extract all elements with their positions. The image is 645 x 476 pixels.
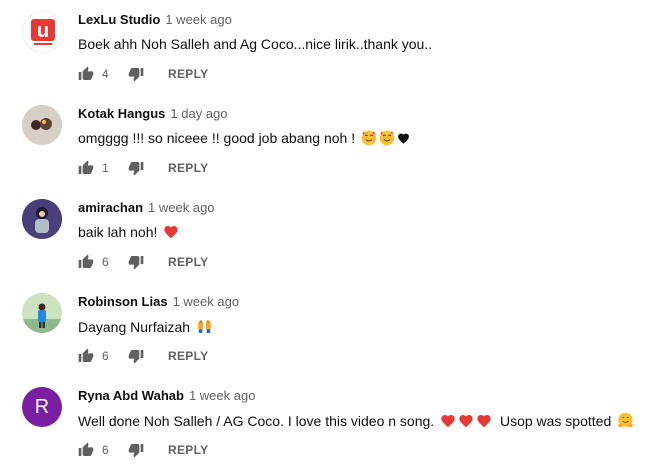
comment-text: Dayang Nurfaizah [78,319,191,335]
thumbs-up-icon[interactable] [78,160,94,176]
comment-text: omgggg !!! so niceee !! good job abang n… [78,130,356,146]
thumbs-up-icon[interactable] [78,66,94,82]
smiling-face-with-hearts-icon [361,130,377,146]
thumbs-down-icon[interactable] [128,66,144,82]
comment-time[interactable]: 1 week ago [148,200,215,215]
thumbs-down-icon[interactable] [128,348,144,364]
like-count: 1 [102,161,109,175]
comment-author[interactable]: amirachan [78,200,143,215]
smiling-face-with-hearts-icon [379,130,395,146]
photo-avatar[interactable] [22,199,62,239]
comment-author[interactable]: LexLu Studio [78,12,160,27]
comment-text: Boek ahh Noh Salleh and Ag Coco...nice l… [78,36,433,52]
comment-author[interactable]: Robinson Lias [78,294,168,309]
comment-time[interactable]: 1 week ago [173,294,240,309]
raising-hands-icon [196,318,213,335]
svg-text:u: u [37,20,49,42]
comment-author[interactable]: Kotak Hangus [78,106,165,121]
photo-avatar[interactable] [22,105,62,145]
thumbs-down-icon[interactable] [128,442,144,458]
hugging-face-icon [617,412,634,429]
reply-button[interactable]: REPLY [168,161,208,175]
like-count: 6 [102,349,109,363]
avatar-letter: R [34,395,50,418]
comment-text-row: omgggg !!! so niceee !! good job abang n… [78,130,410,146]
red-heart-icon [458,413,474,429]
thumbs-up-icon[interactable] [78,254,94,270]
like-count: 6 [102,255,109,269]
red-heart-icon [163,224,179,240]
thumbs-down-icon[interactable] [128,160,144,176]
comment-text-row: baik lah noh! [78,224,179,240]
comment-time[interactable]: 1 week ago [189,388,256,403]
comment-author[interactable]: Ryna Abd Wahab [78,388,184,403]
comment: u LexLu Studio 1 week ago Boek ahh Noh Sa… [0,0,645,94]
red-heart-icon [440,413,456,429]
black-heart-icon [397,132,410,145]
red-heart-icon [476,413,492,429]
comment: R Ryna Abd Wahab 1 week ago Well done Noh… [0,376,645,470]
reply-button[interactable]: REPLY [168,255,208,269]
lexlu-logo-avatar[interactable]: u [22,11,64,53]
like-count: 4 [102,67,109,81]
comment-text-after: Usop was spotted [499,413,612,429]
comment: Robinson Lias 1 week ago Dayang Nurfaizah… [0,282,645,376]
thumbs-down-icon[interactable] [128,254,144,270]
letter-avatar[interactable]: R [22,387,62,427]
photo-avatar[interactable] [22,293,62,333]
comment-time[interactable]: 1 week ago [165,12,232,27]
comment-text-row: Well done Noh Salleh / AG Coco. I love t… [78,412,634,429]
comment: amirachan 1 week ago baik lah noh! 6 REPL… [0,188,645,282]
comment-text: Well done Noh Salleh / AG Coco. I love t… [78,413,435,429]
comment-time[interactable]: 1 day ago [170,106,227,121]
thumbs-up-icon[interactable] [78,442,94,458]
comment-text: baik lah noh! [78,224,158,240]
comment: Kotak Hangus 1 day ago omgggg !!! so nice… [0,94,645,188]
thumbs-up-icon[interactable] [78,348,94,364]
reply-button[interactable]: REPLY [168,443,208,457]
reply-button[interactable]: REPLY [168,67,208,81]
reply-button[interactable]: REPLY [168,349,208,363]
like-count: 6 [102,443,109,457]
comment-text-row: Dayang Nurfaizah [78,318,213,335]
